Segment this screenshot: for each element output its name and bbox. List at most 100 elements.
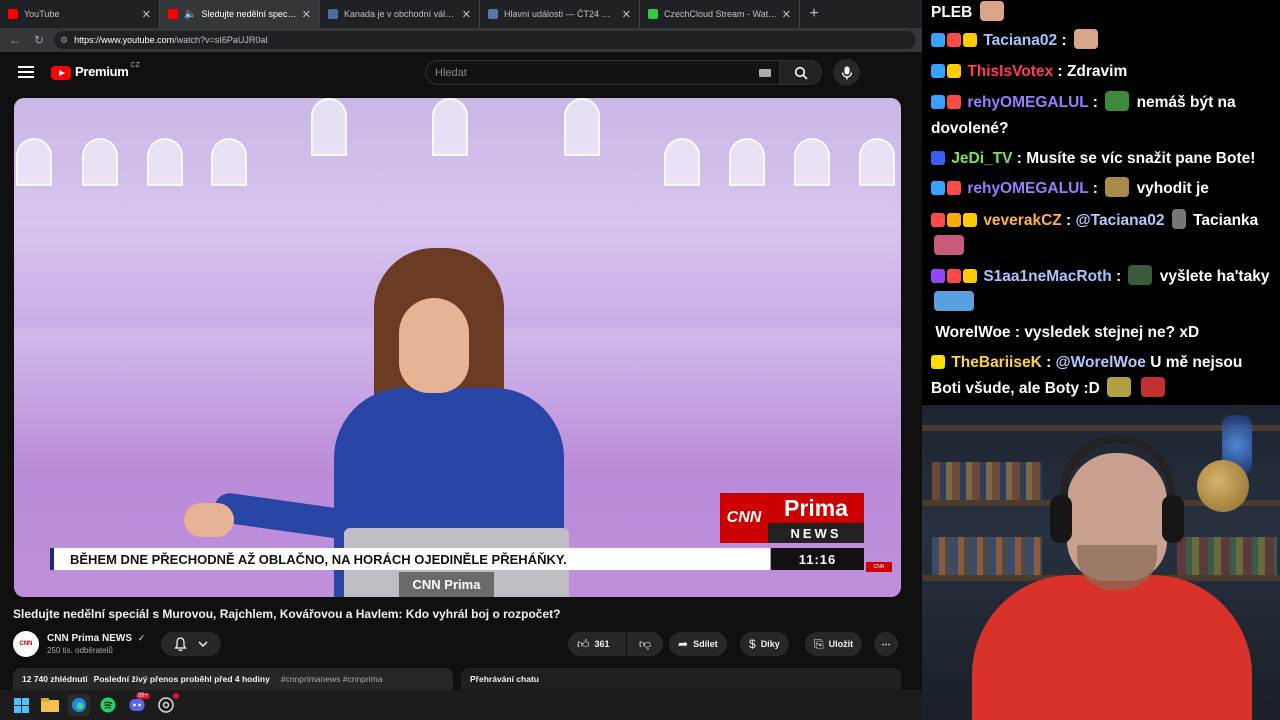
chat-username[interactable]: WorelWoe	[935, 324, 1010, 341]
spotify-icon[interactable]	[97, 694, 119, 716]
save-button[interactable]: ⎘ Uložit	[805, 632, 863, 656]
cnn-logo-text: CNN	[720, 493, 768, 543]
tab-title: Kanada je v obchodní válce, nebo	[344, 9, 458, 19]
hashtags[interactable]: #cnnprimanews #cnnprima	[281, 674, 383, 684]
url-path: /watch?v=sI6PaUJR0aI	[174, 35, 268, 45]
close-tab-icon[interactable]: ✕	[142, 8, 151, 21]
site-info-icon[interactable]: ⚙	[60, 35, 68, 46]
youtube-logo[interactable]: Premium CZ	[51, 62, 140, 80]
file-explorer-icon[interactable]	[39, 694, 61, 716]
chat-text: vyšlete ha'taky	[1159, 268, 1270, 285]
chat-username[interactable]: S1aa1neMacRoth	[983, 268, 1111, 285]
discord-icon[interactable]: 99+	[126, 693, 150, 716]
chat-emote-icon	[934, 291, 974, 311]
more-actions-button[interactable]: ⋯	[874, 632, 898, 656]
channel-name-row[interactable]: CNN Prima NEWS ✓	[47, 633, 145, 644]
speaker-icon[interactable]: 🔈	[184, 9, 196, 20]
tab-czechcloud[interactable]: CzechCloud Stream - Watch Live o ✕	[640, 0, 800, 28]
edge-browser-icon[interactable]	[68, 694, 90, 716]
country-code: CZ	[130, 62, 140, 69]
badge-icon	[947, 269, 961, 283]
channel-info[interactable]: CNN CNN Prima NEWS ✓ 250 tis. odběratelů	[13, 631, 145, 657]
chat-emote-icon	[934, 235, 964, 255]
like-button[interactable]: 👍︎ 361	[568, 632, 626, 656]
dislike-button[interactable]: 👎︎	[627, 632, 663, 656]
tab-title: Sledujte nedělní speciál s Mu	[201, 9, 297, 19]
keyboard-icon[interactable]	[759, 69, 771, 77]
address-bar-row: ← ↻ ⚙ https://www.youtube.com /watch?v=s…	[0, 28, 922, 52]
chrome-icon[interactable]	[155, 693, 179, 716]
tab-active-video[interactable]: 🔈 Sledujte nedělní speciál s Mu ✕	[160, 0, 320, 28]
share-label: Sdílet	[693, 639, 718, 649]
description-box[interactable]: 12 740 zhlédnutí Poslední živý přenos pr…	[13, 668, 453, 690]
chat-emote-icon	[1073, 29, 1098, 49]
tab-news-article[interactable]: Kanada je v obchodní válce, nebo ✕	[320, 0, 480, 28]
search-button[interactable]	[780, 60, 822, 85]
ct24-favicon-icon	[488, 9, 498, 19]
browser-window: YouTube ✕ 🔈 Sledujte nedělní speciál s M…	[0, 0, 922, 690]
youtube-play-icon	[51, 66, 71, 80]
chat-mention[interactable]: @WorelWoe	[1056, 354, 1146, 371]
badge-icon	[931, 33, 945, 47]
back-arrow-icon[interactable]: ←	[6, 31, 24, 49]
chat-text: Tacianka	[1193, 212, 1259, 229]
close-tab-icon[interactable]: ✕	[782, 8, 791, 21]
badge-icon	[931, 95, 945, 109]
chat-username[interactable]: ThisIsVotex	[967, 63, 1053, 80]
notification-button[interactable]	[161, 632, 221, 656]
menu-icon[interactable]	[18, 66, 34, 78]
chat-emote-icon	[1105, 177, 1130, 197]
badge-icon	[947, 95, 961, 109]
url-field[interactable]: ⚙ https://www.youtube.com /watch?v=sI6Pa…	[54, 31, 916, 49]
windows-start-icon[interactable]	[10, 694, 32, 716]
chat-username[interactable]: rehyOMEGALUL	[967, 94, 1088, 111]
view-count: 12 740 zhlédnutí	[22, 674, 88, 684]
channel-avatar[interactable]: CNN	[13, 631, 39, 657]
search-placeholder: Hledat	[435, 66, 467, 79]
close-tab-icon[interactable]: ✕	[462, 8, 471, 21]
chat-username[interactable]: rehyOMEGALUL	[967, 180, 1088, 197]
tab-youtube[interactable]: YouTube ✕	[0, 0, 160, 28]
video-title: Sledujte nedělní speciál s Murovou, Rajc…	[13, 607, 561, 621]
voice-search-button[interactable]	[833, 59, 860, 86]
share-button[interactable]: ➦ Sdílet	[669, 632, 727, 656]
thumbs-up-icon: 👍︎	[577, 636, 590, 651]
like-count: 361	[594, 639, 610, 649]
channel-name[interactable]: CNN Prima NEWS	[47, 633, 132, 644]
chat-text: Musíte se víc snažit pane Bote!	[1026, 150, 1256, 167]
close-tab-icon[interactable]: ✕	[302, 8, 311, 21]
youtube-favicon-icon	[168, 9, 178, 19]
thanks-button[interactable]: $ Díky	[740, 632, 789, 656]
reload-icon[interactable]: ↻	[30, 31, 48, 49]
share-icon: ➦	[678, 637, 689, 651]
video-player[interactable]: CNN Prima CNN Prima NEWS BĚHEM DNE PŘECH…	[14, 98, 901, 597]
chat-username[interactable]: Taciana02	[983, 32, 1057, 49]
chat-message: TheBariiseK : @WorelWoe U mě nejsou Boti…	[931, 354, 1243, 397]
taskbar: 99+	[0, 690, 922, 720]
chat-username[interactable]: veverakCZ	[983, 212, 1061, 229]
chat-username[interactable]: TheBariiseK	[951, 354, 1041, 371]
close-tab-icon[interactable]: ✕	[622, 8, 631, 21]
headphones	[1060, 435, 1175, 525]
thanks-icon: $	[749, 637, 756, 651]
badge-icon	[931, 269, 945, 283]
search-input[interactable]: Hledat	[425, 60, 780, 85]
new-tab-button[interactable]: +	[800, 0, 828, 28]
tab-title: YouTube	[24, 9, 60, 19]
chat-message: JeDi_TV : Musíte se víc snažit pane Bote…	[931, 146, 1276, 172]
chat-message: veverakCZ : @Taciana02 Tacianka	[931, 208, 1276, 260]
studio-background	[14, 98, 901, 188]
screen: YouTube ✕ 🔈 Sledujte nedělní speciál s M…	[0, 0, 1280, 720]
url-host: https://www.youtube.com	[74, 35, 175, 45]
news-logo-text: NEWS	[768, 523, 864, 543]
chat-username[interactable]: JeDi_TV	[951, 150, 1012, 167]
chat-mention[interactable]: @Taciana02	[1076, 212, 1165, 229]
globe-decoration	[1197, 460, 1249, 512]
badge-icon	[931, 181, 945, 195]
chat-emote-icon	[1105, 91, 1130, 111]
tab-ct24[interactable]: Hlavní události — ČT24 — Česká t ✕	[480, 0, 640, 28]
chat-message: rehyOMEGALUL : nemáš být na dovolené?	[931, 90, 1276, 142]
chat-message: Taciana02 :	[931, 28, 1276, 54]
chat-replay-header[interactable]: Přehrávání chatu	[461, 668, 901, 690]
badge-icon	[931, 64, 945, 78]
